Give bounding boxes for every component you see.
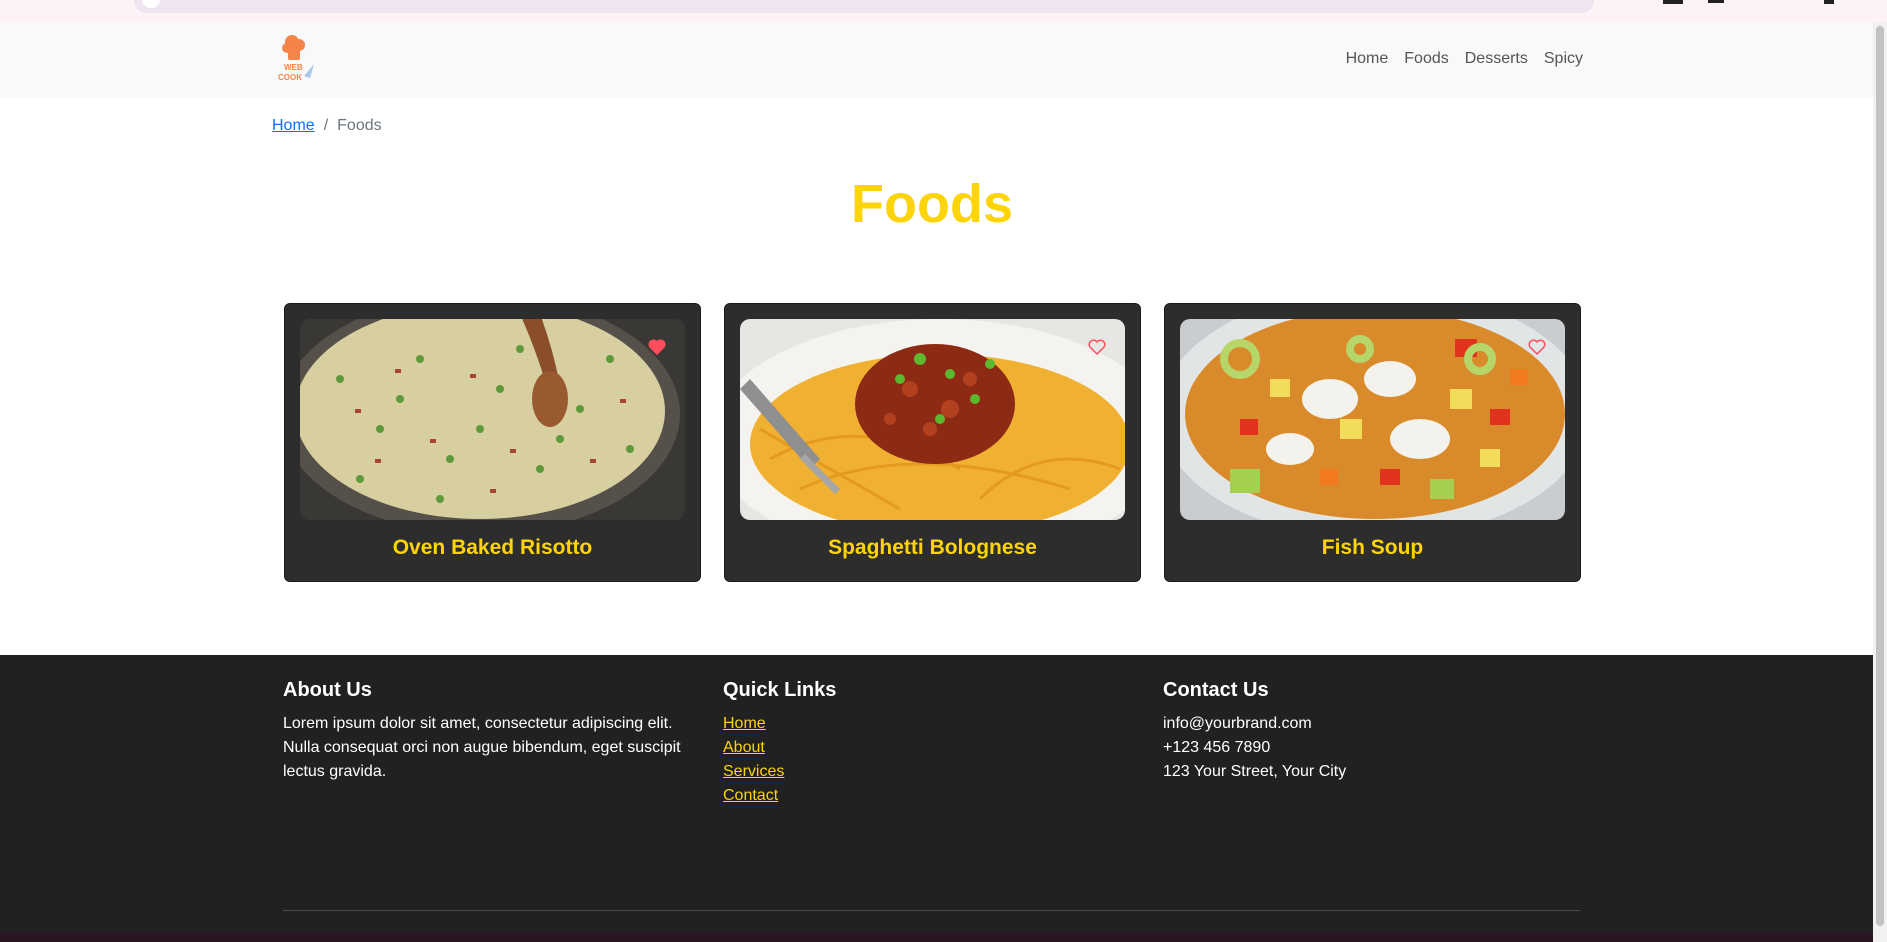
- address-bar[interactable]: [134, 0, 1594, 13]
- card-title[interactable]: Fish Soup: [1165, 536, 1580, 560]
- browser-toolbar: [0, 0, 1887, 22]
- svg-text:COOK: COOK: [278, 73, 302, 82]
- food-card-spaghetti[interactable]: Spaghetti Bolognese: [724, 303, 1141, 582]
- heart-icon[interactable]: [1088, 339, 1106, 355]
- footer-divider: [283, 910, 1580, 911]
- site-navbar: WEB COOK Home Foods Desserts Spicy: [0, 22, 1887, 98]
- nav-link-foods[interactable]: Foods: [1404, 50, 1448, 68]
- footer-about-text: Lorem ipsum dolor sit amet, consectetur …: [283, 715, 681, 780]
- card-title[interactable]: Spaghetti Bolognese: [725, 536, 1140, 560]
- breadcrumb-separator: /: [323, 117, 329, 134]
- footer-quick-links-heading: Quick Links: [723, 679, 837, 701]
- nav-link-home[interactable]: Home: [1346, 50, 1389, 68]
- footer-link-contact[interactable]: Contact: [723, 784, 836, 808]
- page-scrollbar[interactable]: [1873, 22, 1887, 942]
- nav-link-desserts[interactable]: Desserts: [1465, 50, 1528, 68]
- contact-phone: +123 456 7890: [1163, 739, 1271, 756]
- footer-link-home[interactable]: Home: [723, 712, 836, 736]
- breadcrumb-home-link[interactable]: Home: [272, 117, 315, 135]
- spaghetti-image[interactable]: [740, 319, 1125, 520]
- footer-link-about[interactable]: About: [723, 736, 836, 760]
- web-cook-logo[interactable]: WEB COOK: [274, 32, 320, 88]
- risotto-image[interactable]: [300, 319, 685, 520]
- footer-about-heading: About Us: [283, 679, 372, 701]
- page-title: Foods: [851, 174, 1013, 234]
- footer-contact-heading: Contact Us: [1163, 679, 1269, 701]
- card-title[interactable]: Oven Baked Risotto: [285, 536, 700, 560]
- scrollbar-thumb[interactable]: [1876, 26, 1884, 926]
- site-footer: About Us Lorem ipsum dolor sit amet, con…: [0, 655, 1887, 942]
- contact-email: info@yourbrand.com: [1163, 715, 1312, 732]
- nav-link-spicy[interactable]: Spicy: [1544, 50, 1583, 68]
- extensions-icon[interactable]: [1663, 0, 1683, 4]
- heart-icon[interactable]: [1528, 339, 1546, 355]
- contact-address: 123 Your Street, Your City: [1163, 763, 1347, 780]
- breadcrumb-current: Foods: [337, 117, 382, 134]
- nav-links: Home Foods Desserts Spicy: [1346, 50, 1583, 68]
- site-info-icon[interactable]: [142, 0, 160, 8]
- footer-link-services[interactable]: Services: [723, 760, 836, 784]
- footer-about: About Us Lorem ipsum dolor sit amet, con…: [283, 679, 688, 784]
- fish-soup-image[interactable]: [1180, 319, 1565, 520]
- food-card-risotto[interactable]: Oven Baked Risotto: [284, 303, 701, 582]
- svg-text:WEB: WEB: [284, 63, 303, 72]
- breadcrumb: Home / Foods: [272, 117, 382, 135]
- taskbar-edge: [0, 933, 1887, 942]
- footer-quick-links: Quick Links Home About Services Contact: [723, 679, 836, 808]
- downloads-icon[interactable]: [1708, 0, 1724, 3]
- profile-icon[interactable]: [1824, 0, 1834, 4]
- footer-contact: Contact Us info@yourbrand.com +123 456 7…: [1163, 679, 1346, 784]
- heart-icon[interactable]: [648, 339, 666, 355]
- food-card-fish-soup[interactable]: Fish Soup: [1164, 303, 1581, 582]
